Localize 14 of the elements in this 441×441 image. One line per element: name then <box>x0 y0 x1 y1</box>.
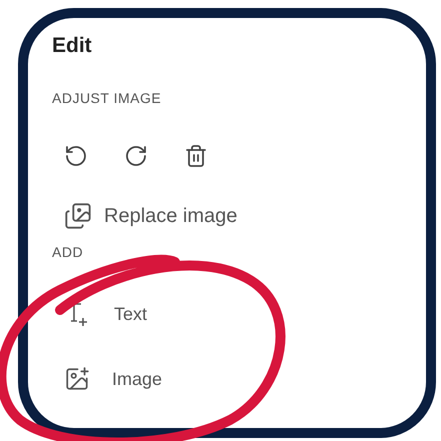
section-header: ADJUST IMAGE <box>52 90 162 106</box>
add-content-item[interactable]: Image <box>64 366 162 392</box>
undo-button[interactable] <box>64 144 88 168</box>
replace-image-button[interactable]: Replace image <box>64 202 238 230</box>
panel-title: Edit <box>52 34 93 58</box>
section-header: ADD <box>52 244 84 260</box>
undo-icon <box>64 144 88 168</box>
image-plus-icon <box>64 366 90 392</box>
redo-button[interactable] <box>124 144 148 168</box>
trash-icon <box>184 144 208 168</box>
delete-button[interactable] <box>184 144 208 168</box>
add-content-item[interactable]: Text <box>64 300 148 328</box>
redo-icon <box>124 144 148 168</box>
images-icon <box>64 202 92 230</box>
